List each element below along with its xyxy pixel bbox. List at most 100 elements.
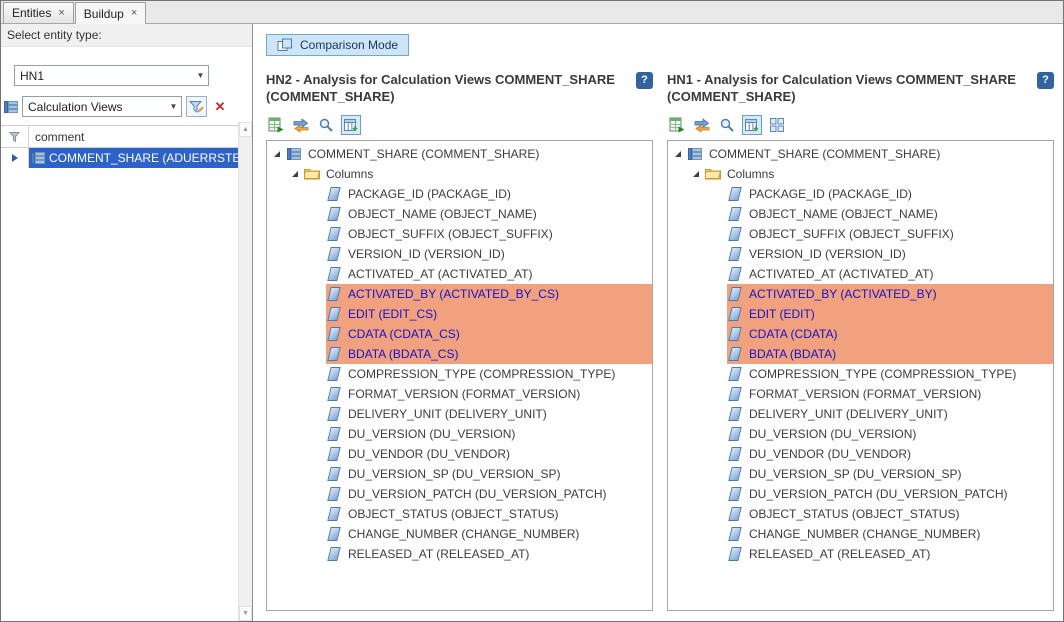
tree-item-column[interactable]: OBJECT_STATUS (OBJECT_STATUS) (668, 504, 1053, 524)
tree-item-column[interactable]: DU_VERSION_SP (DU_VERSION_SP) (267, 464, 652, 484)
tree-item-column[interactable]: VERSION_ID (VERSION_ID) (267, 244, 652, 264)
tree-item-column[interactable]: ACTIVATED_AT (ACTIVATED_AT) (668, 264, 1053, 284)
column-icon (326, 327, 342, 341)
tree-item-column[interactable]: DELIVERY_UNIT (DELIVERY_UNIT) (668, 404, 1053, 424)
column-icon (727, 327, 743, 341)
entity-type-value: HN1 (20, 69, 44, 83)
filter-button[interactable] (186, 96, 207, 117)
tree-item-label: DELIVERY_UNIT (DELIVERY_UNIT) (749, 407, 948, 421)
tree-item-column[interactable]: CDATA (CDATA_CS) (267, 324, 652, 344)
calculation-views-icon (4, 100, 18, 114)
tree-item-root[interactable]: COMMENT_SHARE (COMMENT_SHARE) (668, 144, 1053, 164)
tree-item-column[interactable]: OBJECT_SUFFIX (OBJECT_SUFFIX) (668, 224, 1053, 244)
column-icon (326, 207, 342, 221)
view-type-value: Calculation Views (28, 100, 123, 114)
tree-item-label: DU_VENDOR (DU_VENDOR) (348, 447, 510, 461)
entity-list-header[interactable]: comment (1, 126, 238, 148)
expand-arrow-icon[interactable] (290, 171, 300, 177)
expand-arrow-icon[interactable] (272, 151, 282, 157)
tree-item-column[interactable]: ACTIVATED_BY (ACTIVATED_BY_CS) (267, 284, 652, 304)
column-header-comment[interactable]: comment (29, 126, 238, 147)
tree-item-column[interactable]: OBJECT_NAME (OBJECT_NAME) (267, 204, 652, 224)
zoom-button[interactable] (717, 115, 737, 135)
column-icon (727, 227, 743, 241)
column-icon (727, 447, 743, 461)
tree-item-column[interactable]: DU_VERSION_PATCH (DU_VERSION_PATCH) (668, 484, 1053, 504)
tree-item-column[interactable]: ACTIVATED_BY (ACTIVATED_BY) (668, 284, 1053, 304)
tree-item-label: COMPRESSION_TYPE (COMPRESSION_TYPE) (348, 367, 615, 381)
entity-type-select[interactable]: HN1 ▼ (14, 65, 209, 86)
table-icon (687, 147, 703, 161)
expand-view-button[interactable] (341, 115, 361, 135)
close-icon[interactable]: × (131, 8, 137, 19)
tree-item-column[interactable]: CHANGE_NUMBER (CHANGE_NUMBER) (668, 524, 1053, 544)
tree-item-column[interactable]: DU_VERSION (DU_VERSION) (668, 424, 1053, 444)
tree-item-column[interactable]: CHANGE_NUMBER (CHANGE_NUMBER) (267, 524, 652, 544)
tree-item-column[interactable]: COMPRESSION_TYPE (COMPRESSION_TYPE) (267, 364, 652, 384)
tab-buildup[interactable]: Buildup × (75, 2, 146, 24)
tree-item-column[interactable]: FORMAT_VERSION (FORMAT_VERSION) (668, 384, 1053, 404)
tree-item-root[interactable]: COMMENT_SHARE (COMMENT_SHARE) (267, 144, 652, 164)
tree-item-label: COMPRESSION_TYPE (COMPRESSION_TYPE) (749, 367, 1016, 381)
zoom-icon (318, 117, 334, 133)
tree-item-column[interactable]: DU_VERSION (DU_VERSION) (267, 424, 652, 444)
list-item[interactable]: COMMENT_SHARE (ADUERRSTEIN_T (1, 148, 238, 168)
grid-view-button[interactable] (767, 115, 787, 135)
help-icon[interactable]: ? (1037, 72, 1054, 89)
tab-entities[interactable]: Entities × (3, 2, 74, 23)
tree-item-column[interactable]: DU_VERSION_PATCH (DU_VERSION_PATCH) (267, 484, 652, 504)
tree-item-column[interactable]: RELEASED_AT (RELEASED_AT) (267, 544, 652, 564)
transfer-data-button[interactable] (692, 115, 712, 135)
export-excel-button[interactable] (266, 115, 286, 135)
tree-item-column[interactable]: VERSION_ID (VERSION_ID) (668, 244, 1053, 264)
tree-item-label: EDIT (EDIT_CS) (348, 307, 437, 321)
column-icon (326, 527, 342, 541)
expand-view-button[interactable] (742, 115, 762, 135)
close-icon[interactable]: × (58, 8, 64, 19)
tree-item-column[interactable]: FORMAT_VERSION (FORMAT_VERSION) (267, 384, 652, 404)
tree-item-columns[interactable]: Columns (668, 164, 1053, 184)
tree-item-label: CHANGE_NUMBER (CHANGE_NUMBER) (749, 527, 980, 541)
column-icon (326, 367, 342, 381)
panel-hn1-toolbar (667, 114, 1054, 136)
view-type-select[interactable]: Calculation Views ▼ (22, 96, 182, 117)
scroll-up-icon[interactable]: ▲ (239, 122, 252, 137)
tree-item-column[interactable]: EDIT (EDIT) (668, 304, 1053, 324)
column-icon (727, 387, 743, 401)
tree-item-column[interactable]: OBJECT_NAME (OBJECT_NAME) (668, 204, 1053, 224)
export-excel-button[interactable] (667, 115, 687, 135)
list-item-label: COMMENT_SHARE (ADUERRSTEIN_T (49, 151, 238, 165)
help-icon[interactable]: ? (636, 72, 653, 89)
tab-entities-label: Entities (12, 6, 51, 20)
tree-item-column[interactable]: DELIVERY_UNIT (DELIVERY_UNIT) (267, 404, 652, 424)
zoom-button[interactable] (316, 115, 336, 135)
tree-item-column[interactable]: OBJECT_SUFFIX (OBJECT_SUFFIX) (267, 224, 652, 244)
tree-item-column[interactable]: PACKAGE_ID (PACKAGE_ID) (668, 184, 1053, 204)
tree-item-column[interactable]: PACKAGE_ID (PACKAGE_ID) (267, 184, 652, 204)
tree-item-column[interactable]: RELEASED_AT (RELEASED_AT) (668, 544, 1053, 564)
tree-item-column[interactable]: ACTIVATED_AT (ACTIVATED_AT) (267, 264, 652, 284)
tree-item-column[interactable]: BDATA (BDATA_CS) (267, 344, 652, 364)
tree-item-column[interactable]: CDATA (CDATA) (668, 324, 1053, 344)
tree-item-column[interactable]: DU_VENDOR (DU_VENDOR) (267, 444, 652, 464)
tree-item-columns[interactable]: Columns (267, 164, 652, 184)
tree-item-column[interactable]: EDIT (EDIT_CS) (267, 304, 652, 324)
expand-arrow-icon[interactable] (691, 171, 701, 177)
column-icon (727, 207, 743, 221)
transfer-data-button[interactable] (291, 115, 311, 135)
column-icon (326, 287, 342, 301)
tree-item-label: DU_VERSION_PATCH (DU_VERSION_PATCH) (348, 487, 607, 501)
scroll-down-icon[interactable]: ▼ (239, 606, 252, 621)
clear-filter-button[interactable]: ✕ (211, 96, 229, 117)
sidebar-scrollbar[interactable]: ▲ ▼ (238, 122, 252, 621)
comparison-mode-button[interactable]: Comparison Mode (266, 34, 409, 56)
tree-item-column[interactable]: DU_VERSION_SP (DU_VERSION_SP) (668, 464, 1053, 484)
tree-item-column[interactable]: COMPRESSION_TYPE (COMPRESSION_TYPE) (668, 364, 1053, 384)
panel-hn2-tree: COMMENT_SHARE (COMMENT_SHARE)ColumnsPACK… (266, 140, 653, 611)
expand-arrow-icon[interactable] (673, 151, 683, 157)
tree-item-column[interactable]: DU_VENDOR (DU_VENDOR) (668, 444, 1053, 464)
panel-hn1-tree: COMMENT_SHARE (COMMENT_SHARE)ColumnsPACK… (667, 140, 1054, 611)
tree-item-column[interactable]: OBJECT_STATUS (OBJECT_STATUS) (267, 504, 652, 524)
tree-item-label: RELEASED_AT (RELEASED_AT) (348, 547, 529, 561)
tree-item-column[interactable]: BDATA (BDATA) (668, 344, 1053, 364)
